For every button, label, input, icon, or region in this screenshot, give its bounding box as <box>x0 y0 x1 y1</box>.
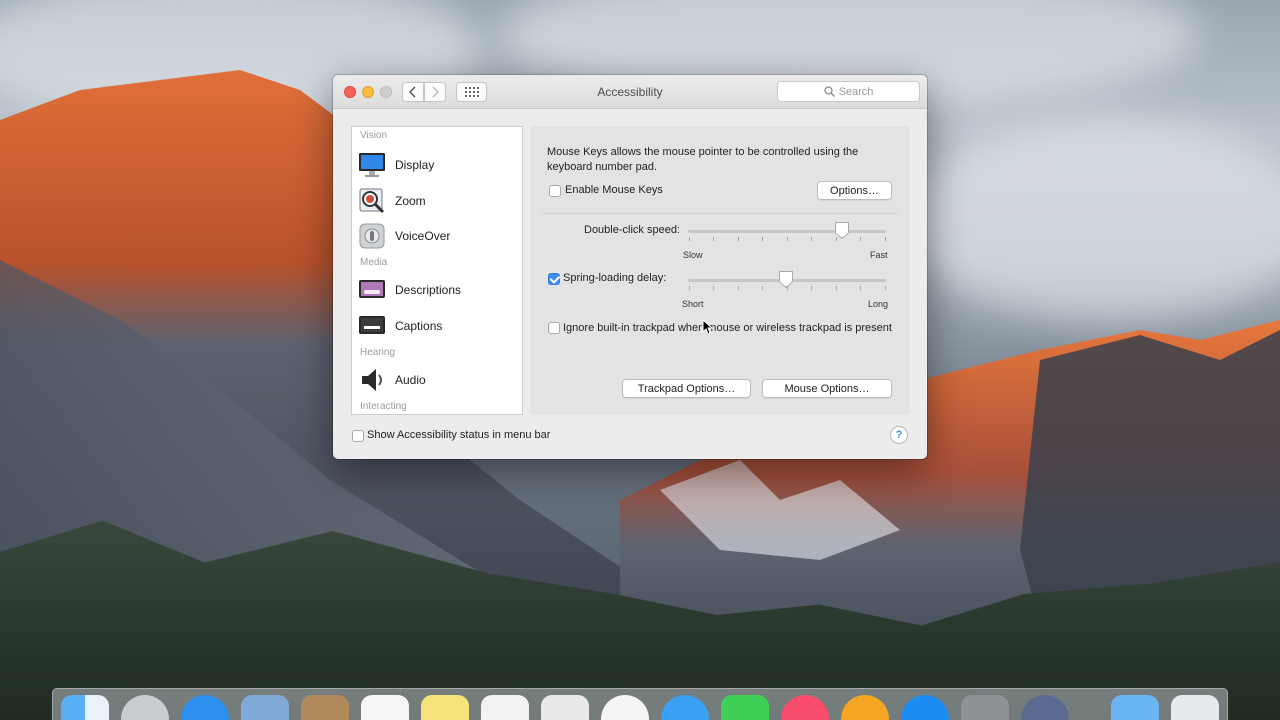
calendar-icon[interactable] <box>361 695 409 720</box>
system-preferences-icon[interactable] <box>961 695 1009 720</box>
enable-mouse-keys-checkbox[interactable] <box>549 185 561 197</box>
safari-icon[interactable] <box>181 695 229 720</box>
descriptions-icon <box>358 276 386 304</box>
sidebar-item-audio[interactable]: Audio <box>352 363 522 397</box>
sidebar-item-label: Audio <box>395 373 426 387</box>
show-status-in-menu-bar-label: Show Accessibility status in menu bar <box>367 429 551 441</box>
search-icon <box>823 86 835 97</box>
audio-icon <box>358 366 386 394</box>
ignore-trackpad-label: Ignore built-in trackpad when mouse or w… <box>563 322 892 334</box>
reminders-icon[interactable] <box>481 695 529 720</box>
ignore-trackpad-checkbox[interactable] <box>548 322 560 334</box>
sidebar-item-display[interactable]: Display <box>352 148 522 182</box>
sidebar-item-label: VoiceOver <box>395 229 451 243</box>
contacts-icon[interactable] <box>301 695 349 720</box>
display-icon <box>358 151 386 179</box>
section-header-vision: Vision <box>360 130 388 141</box>
sidebar-item-descriptions[interactable]: Descriptions <box>352 273 522 307</box>
mouse-trackpad-pane: Mouse Keys allows the mouse pointer to b… <box>530 126 910 415</box>
photos-icon[interactable] <box>601 695 649 720</box>
long-label: Long <box>868 299 889 309</box>
trash-icon[interactable] <box>1171 695 1219 720</box>
launchpad-icon[interactable] <box>121 695 169 720</box>
spring-loading-delay-label: Spring-loading delay: <box>563 272 667 284</box>
sidebar-item-label: Captions <box>395 319 443 333</box>
mouse-keys-description: Mouse Keys allows the mouse pointer to b… <box>547 146 859 173</box>
fast-label: Fast <box>870 250 888 260</box>
spring-loading-delay-knob[interactable] <box>779 271 793 287</box>
section-header-hearing: Hearing <box>360 347 396 358</box>
mouse-keys-options-button[interactable]: Options… <box>817 181 892 200</box>
double-click-speed-label: Double-click speed: <box>584 224 680 236</box>
mouse-cursor-icon <box>702 319 714 335</box>
show-status-in-menu-bar-checkbox[interactable] <box>352 430 364 442</box>
search-field[interactable]: Search <box>777 81 920 102</box>
captions-icon <box>358 312 386 340</box>
maps-icon[interactable] <box>541 695 589 720</box>
double-click-speed-knob[interactable] <box>835 222 849 238</box>
divider <box>542 213 898 214</box>
facetime-icon[interactable] <box>721 695 769 720</box>
help-button[interactable]: ? <box>890 426 908 444</box>
mail-icon[interactable] <box>241 695 289 720</box>
notes-icon[interactable] <box>421 695 469 720</box>
app-store-icon[interactable] <box>901 695 949 720</box>
search-placeholder: Search <box>838 85 874 98</box>
short-label: Short <box>682 299 704 309</box>
section-header-media: Media <box>360 257 388 268</box>
downloads-folder-icon[interactable] <box>1111 695 1159 720</box>
finder-icon[interactable] <box>61 695 109 720</box>
voiceover-icon <box>358 222 386 250</box>
quicktime-icon[interactable] <box>1021 695 1069 720</box>
sidebar-item-label: Descriptions <box>395 283 462 297</box>
section-header-interacting: Interacting <box>360 401 407 412</box>
sidebar-item-voiceover[interactable]: VoiceOver <box>352 219 522 253</box>
accessibility-window: Accessibility Search Vision Display Zoom… <box>333 75 927 459</box>
ibooks-icon[interactable] <box>841 695 889 720</box>
messages-icon[interactable] <box>661 695 709 720</box>
sidebar-item-captions[interactable]: Captions <box>352 309 522 343</box>
slow-label: Slow <box>683 250 703 260</box>
enable-mouse-keys-label: Enable Mouse Keys <box>565 184 663 196</box>
spring-loading-checkbox[interactable] <box>548 273 560 285</box>
dock <box>52 688 1228 720</box>
itunes-icon[interactable] <box>781 695 829 720</box>
trackpad-options-button[interactable]: Trackpad Options… <box>622 379 751 398</box>
sidebar-item-zoom[interactable]: Zoom <box>352 184 522 218</box>
sidebar-item-label: Zoom <box>395 194 426 208</box>
mouse-options-button[interactable]: Mouse Options… <box>762 379 892 398</box>
title-bar: Accessibility Search <box>333 75 927 109</box>
category-list[interactable]: Vision Display Zoom VoiceOver Media Desc <box>351 126 523 415</box>
zoom-icon <box>358 187 386 215</box>
sidebar-item-label: Display <box>395 158 435 172</box>
